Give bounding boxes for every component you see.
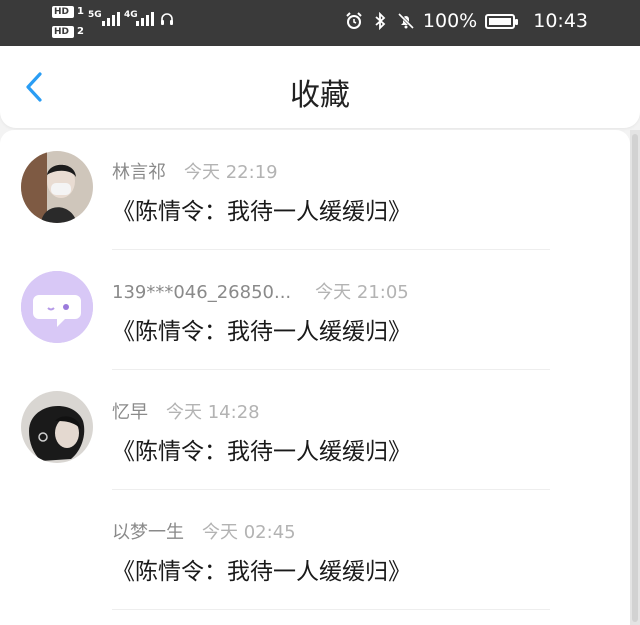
hd2-number: 2 <box>77 26 84 37</box>
item-meta: 139***046_26850... 今天 21:05 <box>112 278 409 304</box>
favorite-item[interactable]: 以梦一生 今天 02:45 《陈情令：我待一人缓缓归》 <box>0 490 630 610</box>
item-time: 今天 22:19 <box>184 162 278 183</box>
page-title: 收藏 <box>290 78 350 113</box>
status-bar: HD 1 HD 2 5G 4G 100% 10:43 <box>0 0 640 46</box>
header: 收藏 <box>0 46 640 128</box>
mute-icon <box>397 12 414 30</box>
item-name: 139***046_26850... <box>112 282 292 303</box>
item-message: 《陈情令：我待一人缓缓归》 <box>112 559 411 585</box>
item-meta: 忆早 今天 14:28 <box>112 398 260 424</box>
favorite-item[interactable]: 忆早 今天 14:28 《陈情令：我待一人缓缓归》 <box>0 370 630 490</box>
network-5g-label: 5G <box>88 10 102 20</box>
item-time: 今天 21:05 <box>315 282 409 303</box>
item-message: 《陈情令：我待一人缓缓归》 <box>112 319 411 345</box>
item-message: 《陈情令：我待一人缓缓归》 <box>112 439 411 465</box>
item-meta: 林言祁 今天 22:19 <box>112 158 278 184</box>
item-name: 忆早 <box>112 402 148 423</box>
battery-fill <box>489 17 512 25</box>
clock: 10:43 <box>533 10 588 32</box>
item-name: 以梦一生 <box>112 522 184 543</box>
favorite-item[interactable]: 139***046_26850... 今天 21:05 《陈情令：我待一人缓缓归》 <box>0 250 630 370</box>
user-photo-icon <box>21 151 93 223</box>
avatar <box>21 271 93 343</box>
hd1-badge: HD 1 <box>52 6 84 18</box>
signal-bars-2-icon <box>136 12 154 26</box>
signal-bars-1-icon <box>102 12 120 26</box>
alarm-icon <box>346 12 362 29</box>
battery-charging-icon <box>485 13 519 29</box>
hd1-label: HD <box>54 7 70 17</box>
favorites-list: 林言祁 今天 22:19 《陈情令：我待一人缓缓归》 139***046_2685… <box>0 130 630 625</box>
status-right: 100% 10:43 <box>345 10 588 32</box>
scroll-thumb[interactable] <box>632 134 638 622</box>
favorite-item[interactable]: 林言祁 今天 22:19 《陈情令：我待一人缓缓归》 <box>0 130 630 250</box>
avatar <box>21 151 93 223</box>
item-message: 《陈情令：我待一人缓缓归》 <box>112 199 411 225</box>
hd2-badge: HD 2 <box>52 26 84 38</box>
chat-bubble-icon <box>21 271 93 343</box>
item-time: 今天 02:45 <box>202 522 296 543</box>
hd2-label: HD <box>54 27 70 37</box>
hd1-number: 1 <box>77 6 84 17</box>
bluetooth-icon <box>375 12 386 30</box>
divider <box>112 609 550 610</box>
headset-icon <box>161 13 173 25</box>
scrollbar[interactable] <box>630 130 640 625</box>
battery-percent: 100% <box>422 10 478 32</box>
item-meta: 以梦一生 今天 02:45 <box>112 518 296 544</box>
item-name: 林言祁 <box>112 162 166 183</box>
avatar <box>21 391 93 463</box>
user-photo-icon <box>21 391 93 463</box>
item-time: 今天 14:28 <box>166 402 260 423</box>
